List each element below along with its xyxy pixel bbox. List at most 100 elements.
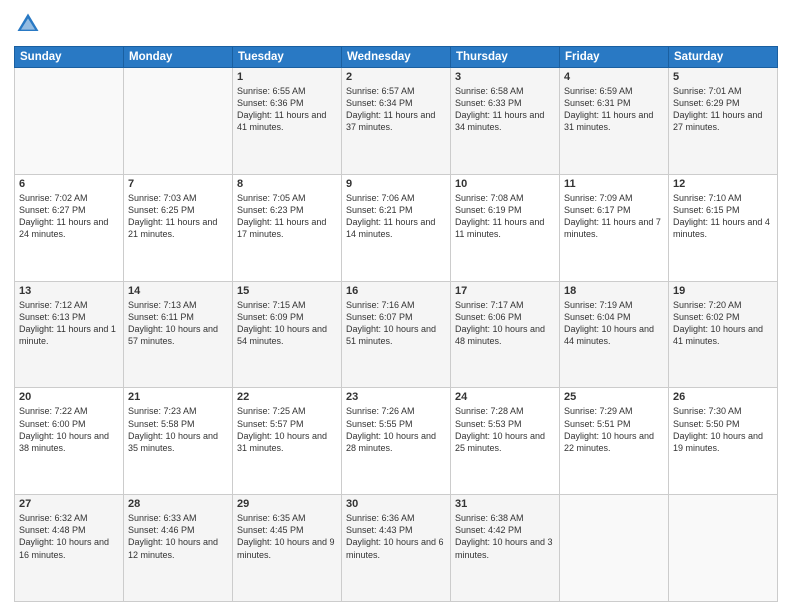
day-number: 18	[564, 285, 664, 297]
calendar-week-row: 27 Sunrise: 6:32 AM Sunset: 4:48 PM Dayli…	[15, 495, 778, 602]
day-info: Sunrise: 7:13 AM Sunset: 6:11 PM Dayligh…	[128, 299, 228, 348]
day-number: 2	[346, 71, 446, 83]
header-wednesday: Wednesday	[342, 47, 451, 68]
day-info: Sunrise: 7:01 AM Sunset: 6:29 PM Dayligh…	[673, 85, 773, 134]
day-number: 7	[128, 178, 228, 190]
day-number: 15	[237, 285, 337, 297]
day-info: Sunrise: 6:58 AM Sunset: 6:33 PM Dayligh…	[455, 85, 555, 134]
calendar-cell: 23 Sunrise: 7:26 AM Sunset: 5:55 PM Dayli…	[342, 388, 451, 495]
day-number: 3	[455, 71, 555, 83]
logo-icon	[14, 10, 42, 38]
calendar-cell: 21 Sunrise: 7:23 AM Sunset: 5:58 PM Dayli…	[124, 388, 233, 495]
day-number: 1	[237, 71, 337, 83]
header-sunday: Sunday	[15, 47, 124, 68]
calendar-cell: 20 Sunrise: 7:22 AM Sunset: 6:00 PM Dayli…	[15, 388, 124, 495]
calendar-cell: 18Sunrise: 7:19 AM Sunset: 6:04 PM Dayli…	[560, 281, 669, 388]
calendar-cell: 7Sunrise: 7:03 AM Sunset: 6:25 PM Daylig…	[124, 174, 233, 281]
day-number: 14	[128, 285, 228, 297]
day-info: Sunrise: 7:10 AM Sunset: 6:15 PM Dayligh…	[673, 192, 773, 241]
day-info: Sunrise: 7:16 AM Sunset: 6:07 PM Dayligh…	[346, 299, 446, 348]
calendar-cell: 30 Sunrise: 6:36 AM Sunset: 4:43 PM Dayli…	[342, 495, 451, 602]
header-saturday: Saturday	[669, 47, 778, 68]
calendar-cell: 6 Sunrise: 7:02 AM Sunset: 6:27 PM Daylig…	[15, 174, 124, 281]
calendar-cell: 27 Sunrise: 6:32 AM Sunset: 4:48 PM Dayli…	[15, 495, 124, 602]
day-info: Sunrise: 7:22 AM Sunset: 6:00 PM Dayligh…	[19, 405, 119, 454]
calendar-cell	[669, 495, 778, 602]
calendar-cell: 25 Sunrise: 7:29 AM Sunset: 5:51 PM Dayli…	[560, 388, 669, 495]
day-info: Sunrise: 7:29 AM Sunset: 5:51 PM Dayligh…	[564, 405, 664, 454]
day-number: 25	[564, 391, 664, 403]
day-number: 9	[346, 178, 446, 190]
day-number: 23	[346, 391, 446, 403]
day-number: 8	[237, 178, 337, 190]
calendar-cell: 14 Sunrise: 7:13 AM Sunset: 6:11 PM Dayli…	[124, 281, 233, 388]
day-info: Sunrise: 7:05 AM Sunset: 6:23 PM Dayligh…	[237, 192, 337, 241]
day-info: Sunrise: 7:30 AM Sunset: 5:50 PM Dayligh…	[673, 405, 773, 454]
day-number: 31	[455, 498, 555, 510]
day-number: 13	[19, 285, 119, 297]
calendar-cell: 31 Sunrise: 6:38 AM Sunset: 4:42 PM Dayli…	[451, 495, 560, 602]
header-thursday: Thursday	[451, 47, 560, 68]
day-number: 30	[346, 498, 446, 510]
day-info: Sunrise: 6:55 AM Sunset: 6:36 PM Dayligh…	[237, 85, 337, 134]
calendar-cell	[15, 68, 124, 175]
calendar-week-row: 20 Sunrise: 7:22 AM Sunset: 6:00 PM Dayli…	[15, 388, 778, 495]
calendar-week-row: 13 Sunrise: 7:12 AM Sunset: 6:13 PM Dayli…	[15, 281, 778, 388]
day-number: 29	[237, 498, 337, 510]
calendar-cell: 16 Sunrise: 7:16 AM Sunset: 6:07 PM Dayli…	[342, 281, 451, 388]
day-number: 19	[673, 285, 773, 297]
day-number: 12	[673, 178, 773, 190]
calendar-cell: 17 Sunrise: 7:17 AM Sunset: 6:06 PM Dayli…	[451, 281, 560, 388]
calendar-cell: 5 Sunrise: 7:01 AM Sunset: 6:29 PM Daylig…	[669, 68, 778, 175]
day-info: Sunrise: 7:23 AM Sunset: 5:58 PM Dayligh…	[128, 405, 228, 454]
calendar-cell	[560, 495, 669, 602]
calendar-cell: 2 Sunrise: 6:57 AM Sunset: 6:34 PM Daylig…	[342, 68, 451, 175]
day-number: 21	[128, 391, 228, 403]
day-number: 17	[455, 285, 555, 297]
calendar-cell: 24 Sunrise: 7:28 AM Sunset: 5:53 PM Dayli…	[451, 388, 560, 495]
day-number: 6	[19, 178, 119, 190]
calendar-cell: 1 Sunrise: 6:55 AM Sunset: 6:36 PM Daylig…	[233, 68, 342, 175]
day-number: 5	[673, 71, 773, 83]
weekday-header-row: Sunday Monday Tuesday Wednesday Thursday…	[15, 47, 778, 68]
header-monday: Monday	[124, 47, 233, 68]
calendar-table: Sunday Monday Tuesday Wednesday Thursday…	[14, 46, 778, 602]
day-info: Sunrise: 6:32 AM Sunset: 4:48 PM Dayligh…	[19, 512, 119, 561]
day-info: Sunrise: 6:38 AM Sunset: 4:42 PM Dayligh…	[455, 512, 555, 561]
calendar-cell: 11Sunrise: 7:09 AM Sunset: 6:17 PM Dayli…	[560, 174, 669, 281]
day-info: Sunrise: 6:36 AM Sunset: 4:43 PM Dayligh…	[346, 512, 446, 561]
calendar-cell: 28 Sunrise: 6:33 AM Sunset: 4:46 PM Dayli…	[124, 495, 233, 602]
day-info: Sunrise: 6:33 AM Sunset: 4:46 PM Dayligh…	[128, 512, 228, 561]
logo	[14, 10, 46, 38]
calendar-week-row: 6 Sunrise: 7:02 AM Sunset: 6:27 PM Daylig…	[15, 174, 778, 281]
day-info: Sunrise: 7:15 AM Sunset: 6:09 PM Dayligh…	[237, 299, 337, 348]
calendar-cell: 3 Sunrise: 6:58 AM Sunset: 6:33 PM Daylig…	[451, 68, 560, 175]
day-info: Sunrise: 7:06 AM Sunset: 6:21 PM Dayligh…	[346, 192, 446, 241]
day-info: Sunrise: 7:28 AM Sunset: 5:53 PM Dayligh…	[455, 405, 555, 454]
day-number: 28	[128, 498, 228, 510]
day-number: 20	[19, 391, 119, 403]
day-number: 27	[19, 498, 119, 510]
day-info: Sunrise: 7:26 AM Sunset: 5:55 PM Dayligh…	[346, 405, 446, 454]
calendar-cell: 8 Sunrise: 7:05 AM Sunset: 6:23 PM Daylig…	[233, 174, 342, 281]
day-info: Sunrise: 7:09 AM Sunset: 6:17 PM Dayligh…	[564, 192, 664, 241]
calendar-cell	[124, 68, 233, 175]
calendar-cell: 12 Sunrise: 7:10 AM Sunset: 6:15 PM Dayli…	[669, 174, 778, 281]
calendar-cell: 22Sunrise: 7:25 AM Sunset: 5:57 PM Dayli…	[233, 388, 342, 495]
day-info: Sunrise: 7:12 AM Sunset: 6:13 PM Dayligh…	[19, 299, 119, 348]
day-number: 24	[455, 391, 555, 403]
day-info: Sunrise: 7:08 AM Sunset: 6:19 PM Dayligh…	[455, 192, 555, 241]
day-number: 4	[564, 71, 664, 83]
calendar-header	[14, 10, 778, 38]
day-info: Sunrise: 7:02 AM Sunset: 6:27 PM Dayligh…	[19, 192, 119, 241]
day-info: Sunrise: 7:20 AM Sunset: 6:02 PM Dayligh…	[673, 299, 773, 348]
day-info: Sunrise: 6:59 AM Sunset: 6:31 PM Dayligh…	[564, 85, 664, 134]
calendar-cell: 26 Sunrise: 7:30 AM Sunset: 5:50 PM Dayli…	[669, 388, 778, 495]
day-info: Sunrise: 6:57 AM Sunset: 6:34 PM Dayligh…	[346, 85, 446, 134]
calendar-cell: 15 Sunrise: 7:15 AM Sunset: 6:09 PM Dayli…	[233, 281, 342, 388]
day-info: Sunrise: 7:17 AM Sunset: 6:06 PM Dayligh…	[455, 299, 555, 348]
calendar-cell: 29Sunrise: 6:35 AM Sunset: 4:45 PM Dayli…	[233, 495, 342, 602]
day-number: 26	[673, 391, 773, 403]
day-number: 16	[346, 285, 446, 297]
calendar-cell: 13 Sunrise: 7:12 AM Sunset: 6:13 PM Dayli…	[15, 281, 124, 388]
